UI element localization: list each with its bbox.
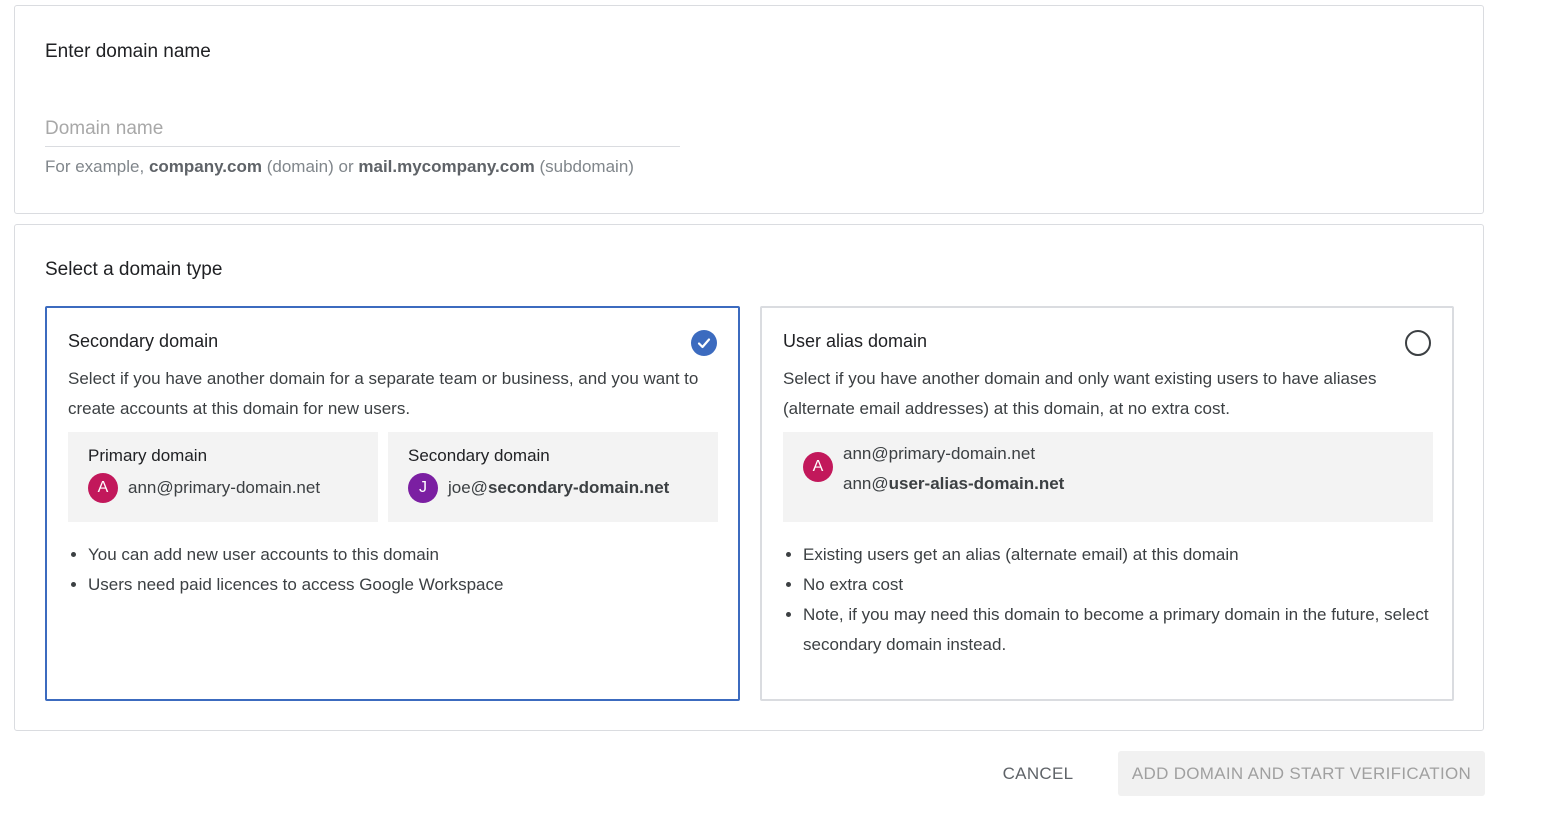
email-user: joe@ xyxy=(448,478,488,497)
avatar: J xyxy=(408,473,438,503)
example-label: Secondary domain xyxy=(408,446,550,465)
example-primary-domain: Primary domain A ann@primary-domain.net xyxy=(68,432,378,522)
avatar: A xyxy=(88,473,118,503)
option-description: Select if you have another domain for a … xyxy=(68,369,699,418)
example-alias-email: ann@user-alias-domain.net xyxy=(843,474,1064,494)
bullet-item: Users need paid licences to access Googl… xyxy=(88,570,738,600)
hint-example-domain: company.com xyxy=(148,157,262,176)
hint-prefix: For example, xyxy=(45,157,149,176)
example-email: ann@primary-domain.net xyxy=(128,478,320,498)
check-circle-icon[interactable] xyxy=(691,330,717,356)
option-bullets: You can add new user accounts to this do… xyxy=(68,540,738,600)
domain-type-card: Select a domain type Secondary domain Se… xyxy=(14,224,1484,731)
option-title: User alias domain xyxy=(783,331,928,351)
email-user: ann@ xyxy=(128,478,174,497)
bullet-item: You can add new user accounts to this do… xyxy=(88,540,738,570)
bullet-item: Existing users get an alias (alternate e… xyxy=(803,540,1453,570)
example-email: joe@secondary-domain.net xyxy=(448,478,669,498)
example-user: A ann@primary-domain.net xyxy=(88,473,320,503)
example-user: J joe@secondary-domain.net xyxy=(408,473,669,503)
domain-name-hint: For example, company.com (domain) or mai… xyxy=(45,157,634,177)
example-alias-domain: A ann@primary-domain.net ann@user-alias-… xyxy=(783,432,1433,522)
avatar: A xyxy=(803,452,833,482)
example-secondary-domain: Secondary domain J joe@secondary-domain.… xyxy=(388,432,718,522)
option-description: Select if you have another domain and on… xyxy=(783,369,1377,418)
bullet-item: No extra cost xyxy=(803,570,1453,600)
option-title: Secondary domain xyxy=(68,331,219,351)
cancel-button[interactable]: CANCEL xyxy=(985,751,1091,796)
domain-type-title: Select a domain type xyxy=(45,259,223,280)
add-domain-button[interactable]: ADD DOMAIN AND START VERIFICATION xyxy=(1118,751,1485,796)
email-domain: user-alias-domain.net xyxy=(888,474,1065,493)
email-user: ann@ xyxy=(843,474,889,493)
domain-name-input[interactable] xyxy=(45,112,680,147)
hint-example-subdomain: mail.mycompany.com xyxy=(358,157,535,176)
radio-unchecked-icon[interactable] xyxy=(1405,330,1431,356)
email-domain: secondary-domain.net xyxy=(487,478,670,497)
option-bullets: Existing users get an alias (alternate e… xyxy=(783,540,1453,660)
domain-name-title: Enter domain name xyxy=(45,41,211,62)
option-user-alias-domain[interactable]: User alias domain Select if you have ano… xyxy=(760,306,1454,701)
hint-domain-note: (domain) or xyxy=(262,157,359,176)
domain-name-card: Enter domain name For example, company.c… xyxy=(14,5,1484,214)
bullet-item: Note, if you may need this domain to bec… xyxy=(803,600,1453,660)
example-primary-email: ann@primary-domain.net xyxy=(843,444,1036,463)
hint-subdomain-note: (subdomain) xyxy=(534,157,634,176)
email-domain: primary-domain.net xyxy=(173,478,321,497)
option-secondary-domain[interactable]: Secondary domain Select if you have anot… xyxy=(45,306,740,701)
example-label: Primary domain xyxy=(88,446,208,465)
